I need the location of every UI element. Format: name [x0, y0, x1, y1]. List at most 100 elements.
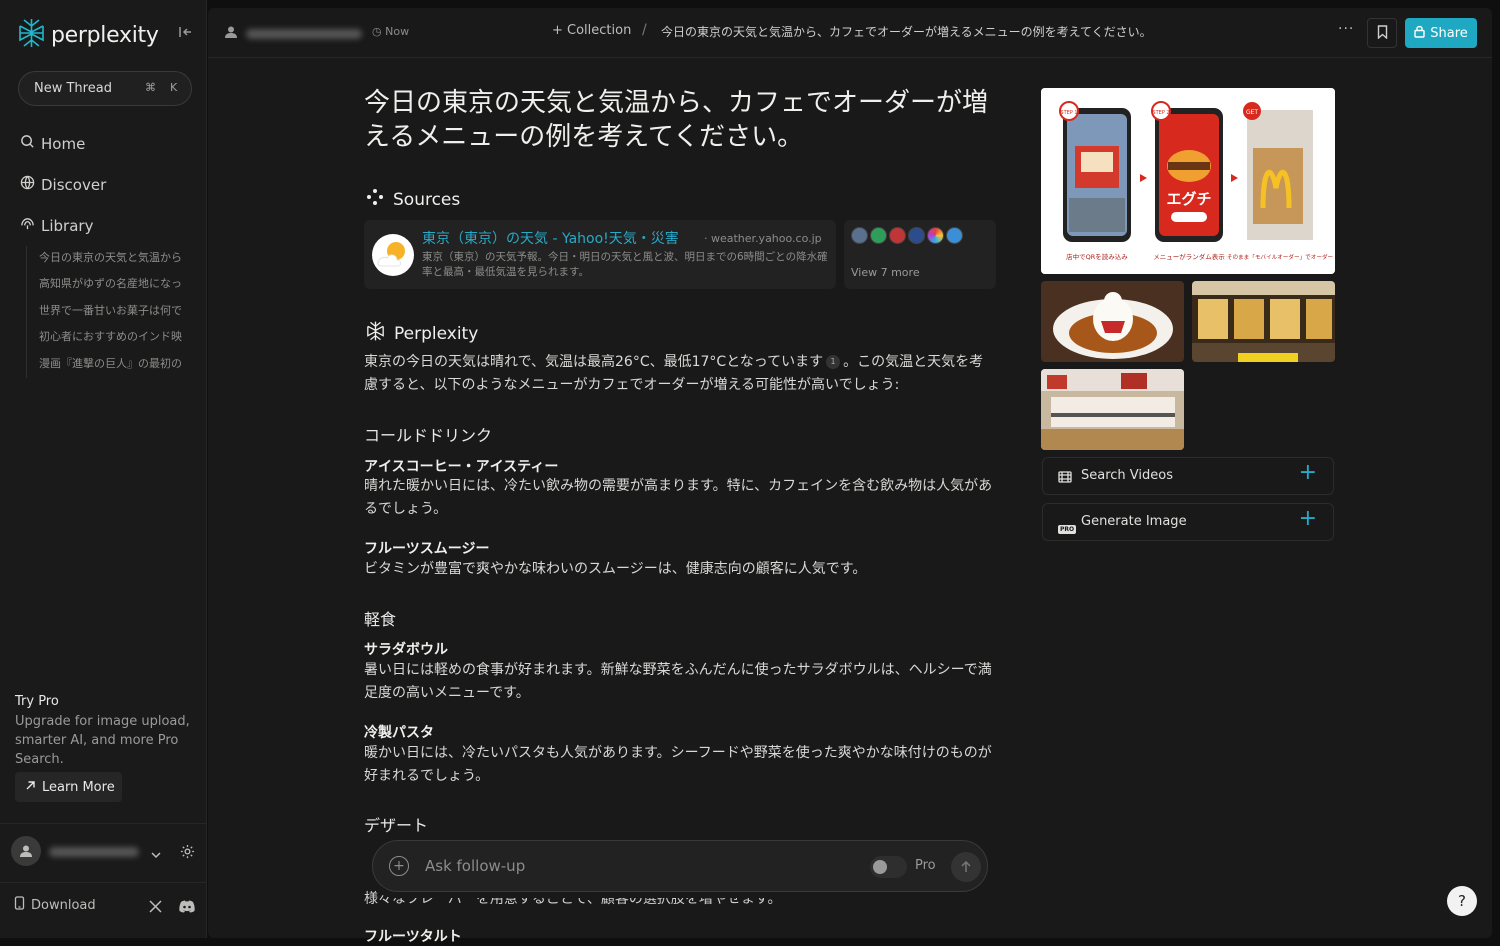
citation-badge[interactable]: 1 — [826, 355, 841, 369]
sidebar-item-label: Home — [41, 134, 86, 153]
pro-badge: PRO — [1058, 525, 1077, 534]
library-thread-item[interactable]: 漫画『進撃の巨人』の最初の — [27, 352, 187, 378]
source-favicon-icon — [851, 227, 868, 244]
add-to-collection-button[interactable]: + Collection — [552, 23, 631, 38]
search-videos-button[interactable]: Search Videos + — [1042, 457, 1334, 495]
discord-icon[interactable] — [179, 898, 195, 917]
search-icon — [20, 134, 35, 153]
image-result-display-case[interactable] — [1041, 369, 1184, 450]
generate-image-button[interactable]: PRO Generate Image + — [1042, 503, 1334, 541]
library-thread-item[interactable]: 今日の東京の天気と気温から — [27, 246, 187, 272]
burger-label: エグチ — [1166, 190, 1211, 208]
sources-heading: Sources — [366, 188, 460, 211]
timestamp-label: Now — [385, 25, 410, 38]
image-caption: 店中でQRを読み込み — [1066, 252, 1128, 261]
share-button[interactable]: Share — [1405, 18, 1477, 48]
search-videos-label: Search Videos — [1081, 468, 1173, 483]
sidebar-item-home[interactable]: Home — [20, 134, 85, 153]
perplexity-icon — [366, 321, 385, 346]
logo-text: perplexity — [51, 22, 159, 48]
thread-header: ◷ Now + Collection / 今日の東京の天気と気温から、カフェでオ… — [208, 8, 1492, 58]
sidebar-item-label: Library — [41, 216, 94, 235]
library-thread-item[interactable]: 初心者におすすめのインド映 — [27, 325, 187, 351]
section-heading: デザート — [364, 816, 429, 835]
sources-heading-label: Sources — [393, 189, 461, 210]
share-label: Share — [1430, 25, 1468, 41]
intro-text: 東京の今日の天気は晴れで、気温は最高26°C、最低17°Cとなっています — [364, 354, 824, 370]
view-more-sources-card[interactable]: View 7 more — [844, 220, 996, 289]
image-caption: そのまま「モバイルオーダー」でオーダー — [1227, 253, 1334, 261]
generate-image-label: Generate Image — [1081, 514, 1187, 529]
library-icon — [20, 216, 35, 235]
phone-icon — [14, 896, 25, 914]
bookmark-button[interactable] — [1367, 18, 1397, 48]
sidebar-item-discover[interactable]: Discover — [20, 175, 106, 194]
question-title: 今日の東京の天気と気温から、カフェでオーダーが増えるメニューの例を考えてください… — [364, 88, 989, 152]
more-options-button[interactable]: ··· — [1338, 21, 1354, 37]
source-card[interactable]: 東京（東京）の天気 - Yahoo!天気・災害 · weather.yahoo.… — [364, 220, 836, 289]
source-favicon-icon — [946, 227, 963, 244]
answer-heading-label: Perplexity — [394, 323, 479, 344]
followup-input[interactable]: + Ask follow-up Pro — [372, 840, 988, 892]
avatar — [11, 836, 41, 866]
pro-badge-icon: PRO — [1058, 516, 1077, 535]
help-button[interactable]: ? — [1447, 886, 1477, 916]
author-redacted — [246, 28, 362, 39]
divider — [0, 823, 207, 824]
sidebar-item-library[interactable]: Library — [20, 216, 93, 235]
new-thread-label: New Thread — [34, 81, 112, 96]
image-result-curry[interactable] — [1041, 281, 1184, 362]
plus-icon: + — [1298, 460, 1317, 485]
shortcut-cmd: ⌘ — [145, 81, 156, 94]
item-text: 暖かい日には、冷たいパスタも人気があります。シーフードや野菜を使った爽やかな味付… — [364, 745, 992, 784]
image-result-cafe-storefront[interactable] — [1192, 281, 1335, 362]
try-pro-panel: Try Pro Upgrade for image upload, smarte… — [15, 694, 195, 769]
download-label: Download — [31, 897, 96, 913]
pro-toggle[interactable] — [870, 856, 907, 878]
new-thread-button[interactable]: New Thread ⌘ K — [18, 71, 192, 106]
image-result-main[interactable]: エグチ STEP 1 STEP 2 GET 店中でQRを読み込み メニューがラン… — [1041, 88, 1335, 274]
step-badge: STEP 1 — [1060, 110, 1077, 116]
try-pro-title: Try Pro — [15, 694, 59, 709]
step-badge: STEP 2 — [1152, 110, 1169, 116]
attach-plus-icon[interactable]: + — [389, 856, 409, 876]
learn-more-button[interactable]: Learn More — [15, 772, 122, 802]
source-title[interactable]: 東京（東京）の天気 - Yahoo!天気・災害 — [422, 228, 679, 248]
section-heading: 軽食 — [364, 610, 397, 629]
learn-more-label: Learn More — [42, 779, 115, 795]
sun-cloud-icon — [372, 234, 414, 276]
source-description: 東京（東京）の天気予報。今日・明日の天気と風と波、明日までの6時間ごとの降水確率… — [422, 251, 828, 278]
try-pro-description: Upgrade for image upload, smarter AI, an… — [15, 714, 190, 767]
user-menu[interactable] — [11, 836, 201, 868]
library-thread-item[interactable]: 高知県がゆずの名産地になっ — [27, 272, 187, 298]
source-favicon-icon — [889, 227, 906, 244]
timestamp: ◷ Now — [372, 25, 409, 38]
perplexity-logo-icon — [18, 18, 45, 52]
answer-heading: Perplexity — [366, 321, 478, 346]
gear-icon[interactable] — [180, 844, 195, 863]
x-icon[interactable] — [149, 898, 162, 917]
source-favicon-icon — [927, 227, 944, 244]
arrow-up-icon — [960, 858, 972, 877]
thread-author — [224, 24, 362, 43]
lock-icon — [1414, 25, 1425, 42]
view-more-label: View 7 more — [851, 266, 920, 279]
item-title: フルーツタルト — [364, 929, 462, 945]
step-badge: GET — [1246, 109, 1258, 116]
logo[interactable]: perplexity — [18, 18, 159, 52]
followup-placeholder[interactable]: Ask follow-up — [425, 857, 525, 875]
film-icon — [1058, 469, 1072, 488]
collapse-sidebar-icon[interactable] — [178, 24, 196, 42]
divider — [0, 882, 207, 883]
library-thread-item[interactable]: 世界で一番甘いお菓子は何で — [27, 299, 187, 325]
chevron-down-icon[interactable] — [150, 846, 162, 865]
bookmark-icon — [1377, 24, 1388, 43]
image-caption: メニューがランダム表示 — [1153, 252, 1225, 261]
item-title: フルーツスムージー — [364, 541, 490, 557]
user-icon — [224, 24, 238, 43]
download-link[interactable]: Download — [14, 896, 96, 914]
send-button[interactable] — [951, 852, 981, 882]
breadcrumb-separator: / — [642, 22, 647, 38]
breadcrumb-title: 今日の東京の天気と気温から、カフェでオーダーが増えるメニューの例を考えてください… — [661, 25, 1152, 39]
item-title: アイスコーヒー・アイスティー — [364, 459, 559, 475]
